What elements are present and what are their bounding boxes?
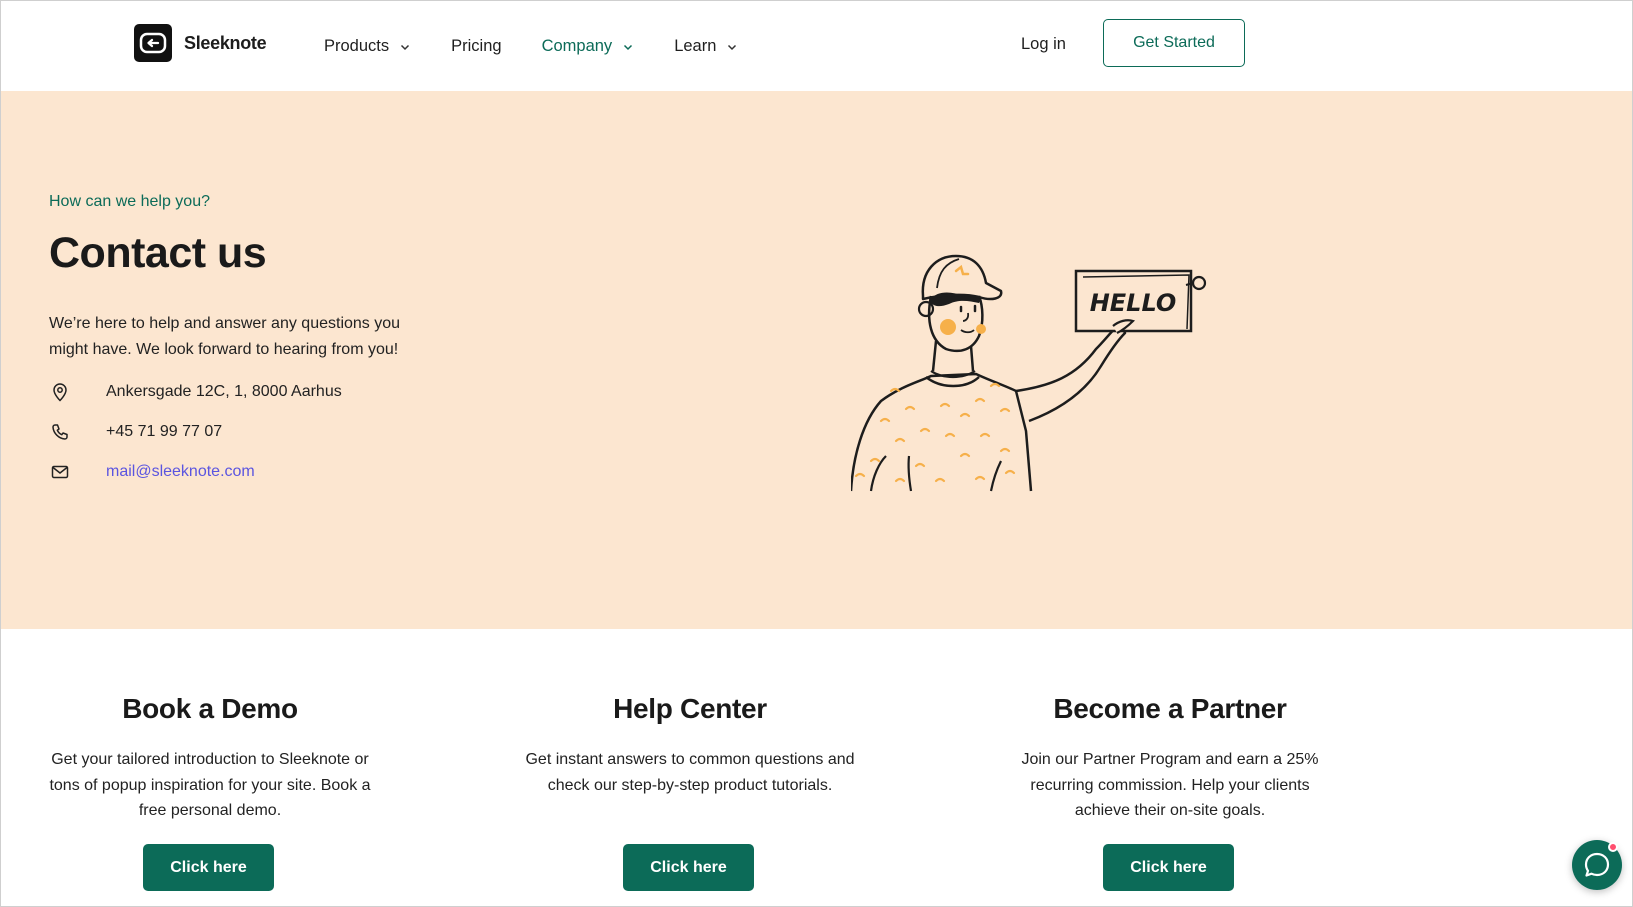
site-header: Sleeknote Products Pricing Company Learn… xyxy=(1,1,1632,91)
card-title: Become a Partner xyxy=(1053,693,1287,724)
nav-item-products[interactable]: Products xyxy=(324,37,411,56)
chat-bubble-icon xyxy=(1584,852,1610,877)
chevron-down-icon xyxy=(624,44,633,50)
chevron-down-icon xyxy=(728,44,737,50)
address-text: Ankersgade 12C, 1, 8000 Aarhus xyxy=(106,383,342,400)
card-text: Join our Partner Program and earn a 25% … xyxy=(1021,751,1319,819)
brand-name: Sleeknote xyxy=(184,32,267,53)
nav-label: Pricing xyxy=(451,37,502,55)
phone-row: +45 71 99 77 07 xyxy=(49,421,222,443)
nav-item-learn[interactable]: Learn xyxy=(674,37,738,56)
contact-hero: How can we help you? Contact us We’re he… xyxy=(1,91,1632,629)
nav-label: Learn xyxy=(674,37,717,55)
location-pin-icon xyxy=(49,381,71,403)
hero-eyebrow: How can we help you? xyxy=(49,193,210,210)
card-text: Get instant answers to common questions … xyxy=(525,751,855,794)
sign-text: HELLO xyxy=(1090,289,1177,317)
login-link[interactable]: Log in xyxy=(1021,35,1066,54)
card-book-demo: Book a Demo Get your tailored introducti… xyxy=(0,693,420,824)
nav-label: Company xyxy=(541,37,613,55)
brand-logo[interactable]: Sleeknote xyxy=(134,24,267,62)
address-row: Ankersgade 12C, 1, 8000 Aarhus xyxy=(49,381,342,403)
get-started-button[interactable]: Get Started xyxy=(1103,19,1245,67)
chevron-down-icon xyxy=(401,44,410,50)
envelope-icon xyxy=(49,461,71,483)
notification-dot xyxy=(1608,842,1618,852)
help-center-button[interactable]: Click here xyxy=(623,844,754,891)
card-title: Help Center xyxy=(613,693,767,724)
card-text: Get your tailored introduction to Sleekn… xyxy=(49,751,371,819)
card-title: Book a Demo xyxy=(122,693,298,724)
nav-item-pricing[interactable]: Pricing xyxy=(451,37,501,56)
book-demo-button[interactable]: Click here xyxy=(143,844,274,891)
page-title: Contact us xyxy=(49,229,267,277)
email-row: mail@sleeknote.com xyxy=(49,461,255,483)
logo-mark-icon xyxy=(134,24,172,62)
card-help-center: Help Center Get instant answers to commo… xyxy=(480,693,900,798)
nav-label: Products xyxy=(324,37,390,55)
card-become-partner: Become a Partner Join our Partner Progra… xyxy=(960,693,1380,824)
phone-icon xyxy=(49,421,71,443)
email-link[interactable]: mail@sleeknote.com xyxy=(106,463,255,481)
hero-description: We’re here to help and answer any questi… xyxy=(49,315,401,358)
main-nav: Products Pricing Company Learn xyxy=(324,37,778,56)
nav-item-company[interactable]: Company xyxy=(542,37,635,56)
hello-person-illustration: HELLO xyxy=(851,254,1207,492)
become-partner-button[interactable]: Click here xyxy=(1103,844,1234,891)
phone-text[interactable]: +45 71 99 77 07 xyxy=(106,423,222,441)
